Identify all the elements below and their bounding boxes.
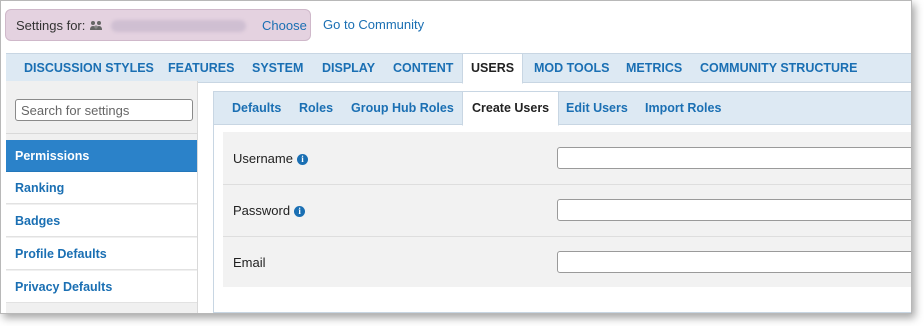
sidebar-item-profile-defaults[interactable]: Profile Defaults (6, 238, 197, 270)
go-to-community-link[interactable]: Go to Community (323, 17, 424, 32)
settings-sidebar: Permissions Ranking Badges Profile Defau… (6, 81, 198, 313)
tab-metrics[interactable]: METRICS (626, 54, 682, 82)
email-field[interactable] (557, 251, 911, 273)
subtab-group-hub-roles[interactable]: Group Hub Roles (351, 92, 454, 124)
community-selector: Settings for: Choose (5, 9, 311, 41)
password-label-text: Password (233, 203, 291, 218)
create-user-form: Username i Password i Email (223, 132, 911, 288)
tab-users[interactable]: USERS (462, 53, 524, 84)
choose-community-link[interactable]: Choose (262, 18, 307, 33)
sidebar-item-permissions[interactable]: Permissions (6, 140, 197, 172)
users-sub-tab-bar: Defaults Roles Group Hub Roles Create Us… (214, 91, 911, 126)
username-field[interactable] (557, 147, 911, 169)
tab-features[interactable]: FEATURES (168, 54, 234, 82)
tab-system[interactable]: SYSTEM (252, 54, 303, 82)
subtab-create-users[interactable]: Create Users (462, 91, 560, 126)
tab-mod-tools[interactable]: MOD TOOLS (534, 54, 609, 82)
settings-search-input[interactable] (15, 99, 193, 121)
info-icon[interactable]: i (294, 206, 306, 217)
subtab-import-roles[interactable]: Import Roles (645, 92, 721, 124)
tab-discussion-styles[interactable]: DISCUSSION STYLES (24, 54, 154, 82)
sidebar-item-ranking[interactable]: Ranking (6, 172, 197, 204)
email-row: Email (223, 236, 911, 288)
subtab-edit-users[interactable]: Edit Users (566, 92, 628, 124)
sidebar-item-privacy-defaults[interactable]: Privacy Defaults (6, 271, 197, 303)
password-label: Password i (233, 203, 306, 218)
sidebar-item-badges[interactable]: Badges (6, 205, 197, 237)
username-row: Username i (223, 132, 911, 185)
community-name-redacted (111, 20, 246, 32)
email-label: Email (233, 255, 266, 270)
tab-community-structure[interactable]: COMMUNITY STRUCTURE (700, 54, 857, 82)
info-icon[interactable]: i (296, 154, 308, 165)
password-row: Password i (223, 184, 911, 237)
username-label-text: Username (233, 151, 293, 166)
sidebar-divider (6, 133, 197, 134)
tab-display[interactable]: DISPLAY (322, 54, 375, 82)
subtab-defaults[interactable]: Defaults (232, 92, 281, 124)
subtab-roles[interactable]: Roles (299, 92, 333, 124)
settings-for-label: Settings for: (16, 18, 86, 33)
main-tab-bar: DISCUSSION STYLES FEATURES SYSTEM DISPLA… (6, 53, 911, 84)
username-label: Username i (233, 151, 308, 166)
tab-content[interactable]: CONTENT (393, 54, 453, 82)
settings-window: Settings for: Choose Go to Community DIS… (0, 0, 912, 314)
password-field[interactable] (557, 199, 911, 221)
people-icon (90, 21, 102, 30)
